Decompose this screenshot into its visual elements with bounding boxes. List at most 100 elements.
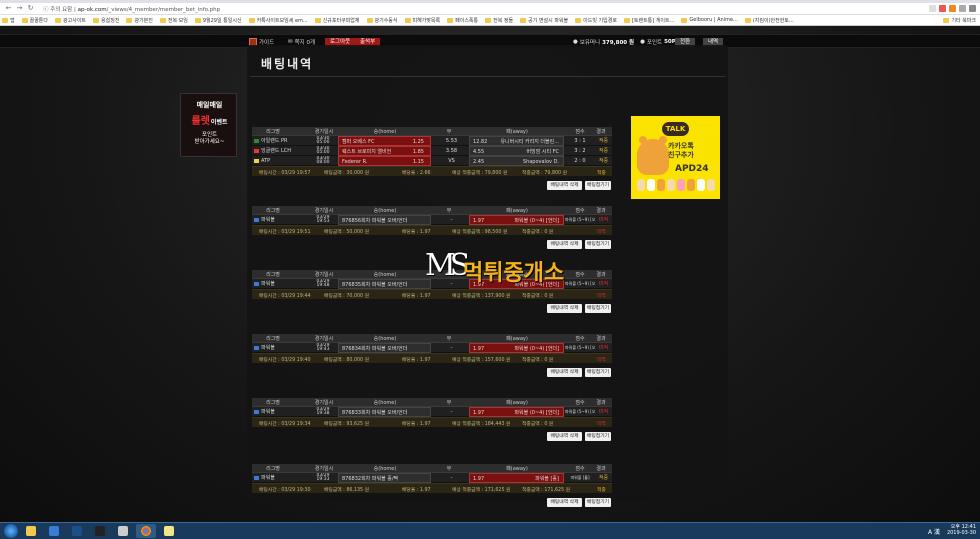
column-header: 경기일시: [314, 466, 334, 472]
match-datetime: 03/30 05:00: [316, 136, 330, 145]
bookmark-item[interactable]: (지킴이)안전한토...: [744, 17, 794, 24]
watermark-logo: MS 먹튀중개소: [425, 248, 575, 288]
summary-rate: 배당율 : 1.97: [402, 230, 431, 235]
star-icon[interactable]: [929, 5, 936, 12]
folder-icon: [447, 17, 454, 23]
table-row: 아일랜드 PR 03/30 05:00 캠퍼 오베스 FC 1.25 5.53 12.82 유…: [252, 136, 612, 146]
watermark-text: 먹튀중개소: [463, 261, 565, 286]
tray-icons[interactable]: A 漢: [928, 527, 940, 536]
away-odds: 1.97: [473, 346, 485, 352]
summary-time: 배팅시간 : 03/29 19:30: [259, 488, 311, 493]
score: 2 : 0: [574, 158, 586, 164]
draw-odds: -: [450, 409, 453, 415]
delete-bet-button[interactable]: 배팅내역 삭제: [547, 304, 582, 313]
bookmark-item[interactable]: 광기수동식: [366, 17, 398, 24]
fold-bet-button[interactable]: 배팅접기기: [585, 240, 611, 249]
url-text[interactable]: ⓘ 주의 요함 | ap-ok.com/_views/4_member/memb…: [43, 5, 220, 13]
app-taskbar-icon[interactable]: [90, 524, 110, 538]
summary-time: 배팅시간 : 03/29 19:51: [259, 230, 311, 235]
folder-icon: [126, 17, 133, 23]
bookmark-item[interactable]: 이드빗 기입경로: [575, 17, 617, 24]
column-header: 경기일시: [314, 400, 334, 406]
chrome-taskbar-icon[interactable]: [136, 524, 156, 538]
fold-bet-button[interactable]: 배팅접기기: [585, 181, 611, 190]
home-team: 876834회차 파워볼 오버/언더: [342, 346, 408, 352]
column-header: 경기일시: [314, 129, 334, 135]
delete-bet-button[interactable]: 배팅내역 삭제: [547, 368, 582, 377]
summary-amount: 배팅금액 : 86,135 원: [324, 488, 370, 493]
bookmark-item[interactable]: 페이스폭통: [447, 17, 478, 24]
bookmark-item[interactable]: 공기 변설시 파워볼: [520, 17, 568, 24]
delete-bet-button[interactable]: 배팅내역 삭제: [547, 181, 582, 190]
bookmark-item[interactable]: 9월29일 통일시신: [194, 17, 242, 24]
league-cell: ATP: [254, 156, 299, 166]
app-taskbar-icon[interactable]: [67, 524, 87, 538]
other-bookmarks[interactable]: 기타 북마크: [943, 17, 976, 24]
bookmark-item[interactable]: 꿀꿀툰다: [21, 17, 48, 24]
bet-actions: 배팅내역 삭제 배팅접기기: [252, 176, 612, 190]
summary-rate: 배당율 : 1.97: [402, 294, 431, 299]
delete-bet-button[interactable]: 배팅내역 삭제: [547, 498, 582, 507]
explorer-taskbar-icon[interactable]: [21, 524, 41, 538]
extension-icon[interactable]: [949, 5, 956, 12]
summary-amount: 배팅금액 : 30,000 원: [324, 171, 370, 176]
extension-icon[interactable]: [939, 5, 946, 12]
fold-bet-button[interactable]: 배팅접기기: [585, 368, 611, 377]
column-header: 패(away): [506, 129, 528, 135]
summary-res: 적중: [597, 488, 606, 493]
bookmark-item[interactable]: 전복 정들: [485, 17, 513, 24]
bookmark-item[interactable]: 신규포터쿠피업체: [314, 17, 360, 24]
ryan-character-icon: [637, 136, 669, 175]
bookmark-item[interactable]: 전복 모임: [159, 17, 188, 24]
summary-expect: 예상 적중금액 : 79,800 원: [452, 171, 508, 176]
start-button[interactable]: [4, 524, 18, 538]
bookmark-item[interactable]: 카톡사이트모임세 em...: [248, 17, 308, 24]
fold-bet-button[interactable]: 배팅접기기: [585, 304, 611, 313]
roulette-event-banner[interactable]: 매일매일 룰렛이벤트 포인트 받아가세요~: [180, 93, 237, 157]
league-flag-icon: [254, 218, 259, 222]
home-team: 876833회차 파워볼 오버/언더: [342, 410, 408, 416]
summary-expect: 예상 적중금액 : 98,500 원: [452, 230, 508, 235]
draw-odds: 5.53: [445, 138, 458, 144]
kakao-banner[interactable]: TALK 카카오톡 친구추가 APD24: [631, 116, 720, 199]
bookmark-item[interactable]: 광고사이트: [55, 17, 86, 24]
table-row: 파워볼 03/29 19:33 876832회차 파워볼 홀/짝 - 1.97 파워볼 [홀…: [252, 473, 612, 483]
folder-icon: [623, 17, 630, 23]
bookmark-item[interactable]: 앱: [2, 17, 15, 24]
summary-expect: 예상 적중금액 : 157,600 원: [452, 358, 511, 363]
fold-bet-button[interactable]: 배팅접기기: [585, 432, 611, 441]
media-taskbar-icon[interactable]: [44, 524, 64, 538]
home-team: 876835회차 파워볼 오버/언더: [342, 282, 408, 288]
column-header: 무: [446, 129, 452, 135]
folder-icon: [404, 17, 411, 23]
profile-icon[interactable]: [959, 5, 966, 12]
league-flag-icon: [254, 282, 259, 286]
bookmark-item[interactable]: 피해가맞목록: [404, 17, 440, 24]
home-pick: 876834회차 파워볼 오버/언더: [338, 343, 431, 353]
bookmark-label: Gelbooru | Anime...: [689, 17, 738, 23]
app-taskbar-icon[interactable]: [113, 524, 133, 538]
delete-bet-button[interactable]: 배팅내역 삭제: [547, 432, 582, 441]
draw-odds: 3.58: [445, 148, 458, 154]
back-icon[interactable]: ←: [4, 4, 13, 13]
bet-summary: 배팅시간 : 03/29 19:57 배팅금액 : 30,000 원 배당율 : 2…: [252, 166, 612, 176]
clock[interactable]: 오후 12:41 2019-03-30: [947, 524, 976, 536]
folder-icon: [366, 17, 373, 23]
result-badge: 미적: [598, 281, 609, 287]
folder-icon: [681, 17, 688, 23]
bookmark-label: 9월29일 통일시신: [202, 17, 242, 24]
reload-icon[interactable]: ↻: [26, 4, 35, 13]
bookmark-item[interactable]: [토렌트통] 게이트...: [623, 17, 674, 24]
column-header: 점수: [575, 336, 585, 342]
forward-icon[interactable]: →: [15, 4, 24, 13]
bookmark-item[interactable]: 용쉽징진: [93, 17, 119, 24]
address-bar[interactable]: ← → ↻ ⓘ 주의 요함 | ap-ok.com/_views/4_membe…: [0, 3, 980, 15]
summary-expect: 예상 적중금액 : 137,900 원: [452, 294, 511, 299]
draw-odds: VS: [448, 158, 455, 164]
bookmark-item[interactable]: 광기본진: [126, 17, 153, 24]
notes-taskbar-icon[interactable]: [159, 524, 179, 538]
column-header: 승(home): [373, 400, 397, 406]
fold-bet-button[interactable]: 배팅접기기: [585, 498, 611, 507]
bookmark-item[interactable]: Gelbooru | Anime...: [681, 17, 738, 23]
menu-icon[interactable]: [969, 5, 976, 12]
